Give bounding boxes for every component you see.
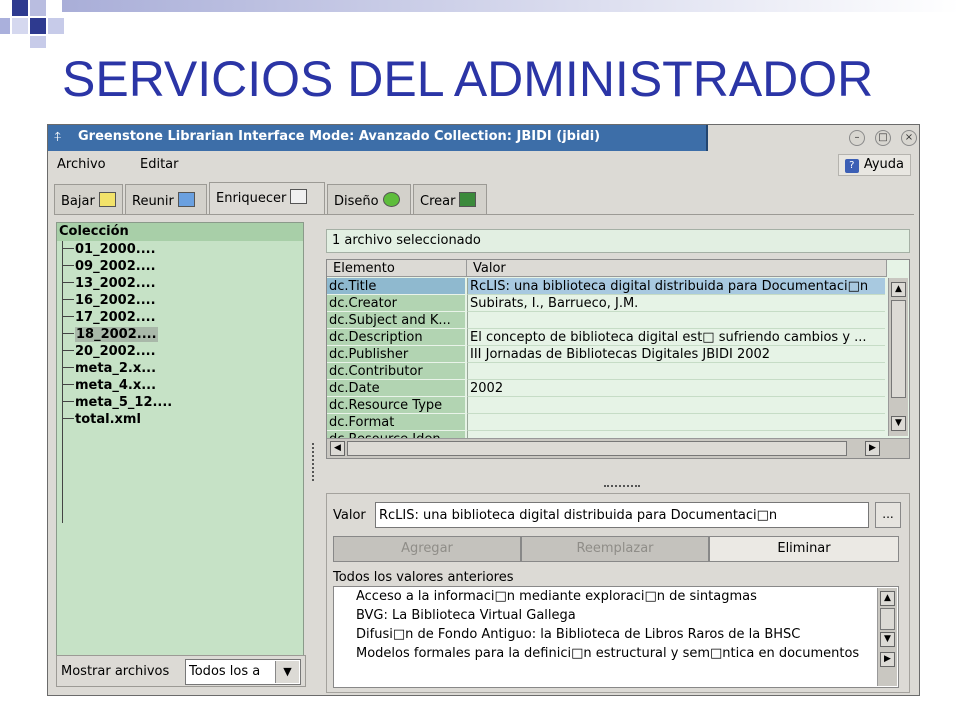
table-row[interactable]: dc.Date 2002	[327, 380, 887, 397]
slide-decoration	[0, 0, 960, 48]
table-row[interactable]: dc.Publisher III Jornadas de Bibliotecas …	[327, 346, 887, 363]
value-editor: Valor RcLIS: una biblioteca digital dist…	[326, 493, 910, 693]
selection-status: 1 archivo seleccionado	[326, 229, 910, 253]
app-window: ⍏ Greenstone Librarian Interface Mode: A…	[47, 124, 920, 696]
menu-file[interactable]: Archivo	[57, 157, 106, 172]
menu-bar: Archivo Editar ? Ayuda	[48, 152, 919, 178]
tree-item[interactable]: 17_2002....	[62, 309, 156, 326]
tab-label: Diseño	[334, 194, 379, 209]
table-row[interactable]: dc.Contributor	[327, 363, 887, 380]
table-row[interactable]: dc.Creator Subirats, I., Barrueco, J.M.	[327, 295, 887, 312]
table-vertical-scrollbar[interactable]: ▲ ▼	[888, 278, 908, 436]
replace-button[interactable]: Reemplazar	[521, 536, 709, 562]
tab-label: Reunir	[132, 194, 174, 209]
maximize-button[interactable]: □	[875, 130, 891, 146]
download-icon	[98, 192, 116, 207]
list-item[interactable]: Acceso a la informaci□n mediante explora…	[356, 587, 757, 606]
scroll-left-icon[interactable]: ◀	[330, 441, 345, 456]
scroll-right-icon[interactable]: ▶	[865, 441, 880, 456]
vertical-splitter[interactable]	[312, 443, 316, 481]
scroll-down-icon[interactable]: ▼	[880, 632, 895, 647]
chevron-down-icon[interactable]: ▼	[275, 661, 299, 683]
scroll-thumb[interactable]	[891, 300, 906, 398]
table-row[interactable]: dc.Subject and K...	[327, 312, 887, 329]
tree-item[interactable]: 13_2002....	[62, 275, 156, 292]
menu-edit[interactable]: Editar	[140, 157, 179, 172]
collection-header: Colección	[57, 223, 303, 241]
tree-item[interactable]: meta_5_12....	[62, 394, 172, 411]
value-label: Valor	[333, 508, 366, 523]
build-icon	[459, 192, 477, 207]
column-header-value[interactable]: Valor	[467, 260, 887, 277]
list-item[interactable]: Difusi□n de Fondo Antiguo: la Biblioteca…	[356, 625, 800, 644]
tree-item[interactable]: meta_2.x...	[62, 360, 156, 377]
hscroll-thumb[interactable]	[347, 441, 847, 456]
table-row[interactable]: dc.Resource Type	[327, 397, 887, 414]
table-row-selected[interactable]: dc.Title RcLIS: una biblioteca digital di…	[327, 278, 887, 295]
scroll-thumb[interactable]	[880, 608, 895, 630]
horizontal-splitter[interactable]	[604, 485, 640, 487]
gear-icon	[382, 192, 400, 207]
tab-gather[interactable]: Reunir	[125, 184, 207, 214]
filter-value: Todos los a	[189, 664, 261, 679]
tree-item[interactable]: 01_2000....	[62, 241, 156, 258]
help-label: Ayuda	[863, 157, 904, 172]
value-input[interactable]: RcLIS: una biblioteca digital distribuid…	[375, 502, 869, 528]
scroll-down-icon[interactable]: ▼	[891, 416, 906, 431]
gather-icon	[177, 192, 195, 207]
pin-icon: ⍏	[54, 130, 62, 145]
browse-button[interactable]: ...	[875, 502, 901, 528]
filter-select[interactable]: Todos los a ▼	[185, 659, 301, 685]
remove-button[interactable]: Eliminar	[709, 536, 899, 562]
table-row[interactable]: dc.Format	[327, 414, 887, 431]
minimize-button[interactable]: –	[849, 130, 865, 146]
tree-item[interactable]: 16_2002....	[62, 292, 156, 309]
tab-label: Enriquecer	[216, 191, 287, 206]
tab-divider	[54, 214, 914, 215]
tree-item[interactable]: 09_2002....	[62, 258, 156, 275]
scroll-up-icon[interactable]: ▲	[891, 282, 906, 297]
list-vertical-scrollbar[interactable]: ▲ ▼ ▶	[877, 588, 897, 686]
list-item[interactable]: BVG: La Biblioteca Virtual Gallega	[356, 606, 576, 625]
tab-enrich[interactable]: Enriquecer	[209, 182, 325, 215]
tab-design[interactable]: Diseño	[327, 184, 411, 214]
help-button[interactable]: ? Ayuda	[837, 154, 911, 176]
filter-label: Mostrar archivos	[61, 664, 170, 679]
scroll-up-icon[interactable]: ▲	[880, 591, 895, 606]
add-button[interactable]: Agregar	[333, 536, 521, 562]
table-row[interactable]: dc.Description El concepto de biblioteca …	[327, 329, 887, 346]
tree-item[interactable]: 20_2002....	[62, 343, 156, 360]
collection-tree: Colección 01_2000.... 09_2002.... 13_200…	[56, 222, 304, 664]
tab-download[interactable]: Bajar	[54, 184, 123, 214]
tab-build[interactable]: Crear	[413, 184, 487, 214]
previous-values-label: Todos los valores anteriores	[333, 570, 514, 585]
metadata-table: Elemento Valor dc.Title RcLIS: una biblio…	[326, 259, 910, 459]
close-button[interactable]: ×	[901, 130, 917, 146]
enrich-icon	[290, 189, 308, 204]
list-item[interactable]: Modelos formales para la definici□n estr…	[356, 644, 859, 663]
scroll-right-icon[interactable]: ▶	[880, 652, 895, 667]
window-title: Greenstone Librarian Interface Mode: Ava…	[78, 129, 601, 144]
tree-item-selected[interactable]: 18_2002....	[62, 326, 158, 343]
tree-item[interactable]: meta_4.x...	[62, 377, 156, 394]
previous-values-list: Acceso a la informaci□n mediante explora…	[333, 586, 899, 688]
tab-label: Bajar	[61, 194, 95, 209]
tree-item[interactable]: total.xml	[62, 411, 141, 428]
tab-bar: Bajar Reunir Enriquecer Diseño Crear	[54, 182, 914, 215]
help-icon: ?	[844, 159, 859, 173]
slide-title: SERVICIOS DEL ADMINISTRADOR	[62, 51, 874, 107]
table-horizontal-scrollbar[interactable]: ◀ ▶	[327, 438, 909, 458]
column-header-element[interactable]: Elemento	[327, 260, 467, 277]
window-titlebar[interactable]: ⍏ Greenstone Librarian Interface Mode: A…	[48, 125, 919, 151]
file-filter: Mostrar archivos Todos los a ▼	[56, 655, 306, 687]
tab-label: Crear	[420, 194, 456, 209]
